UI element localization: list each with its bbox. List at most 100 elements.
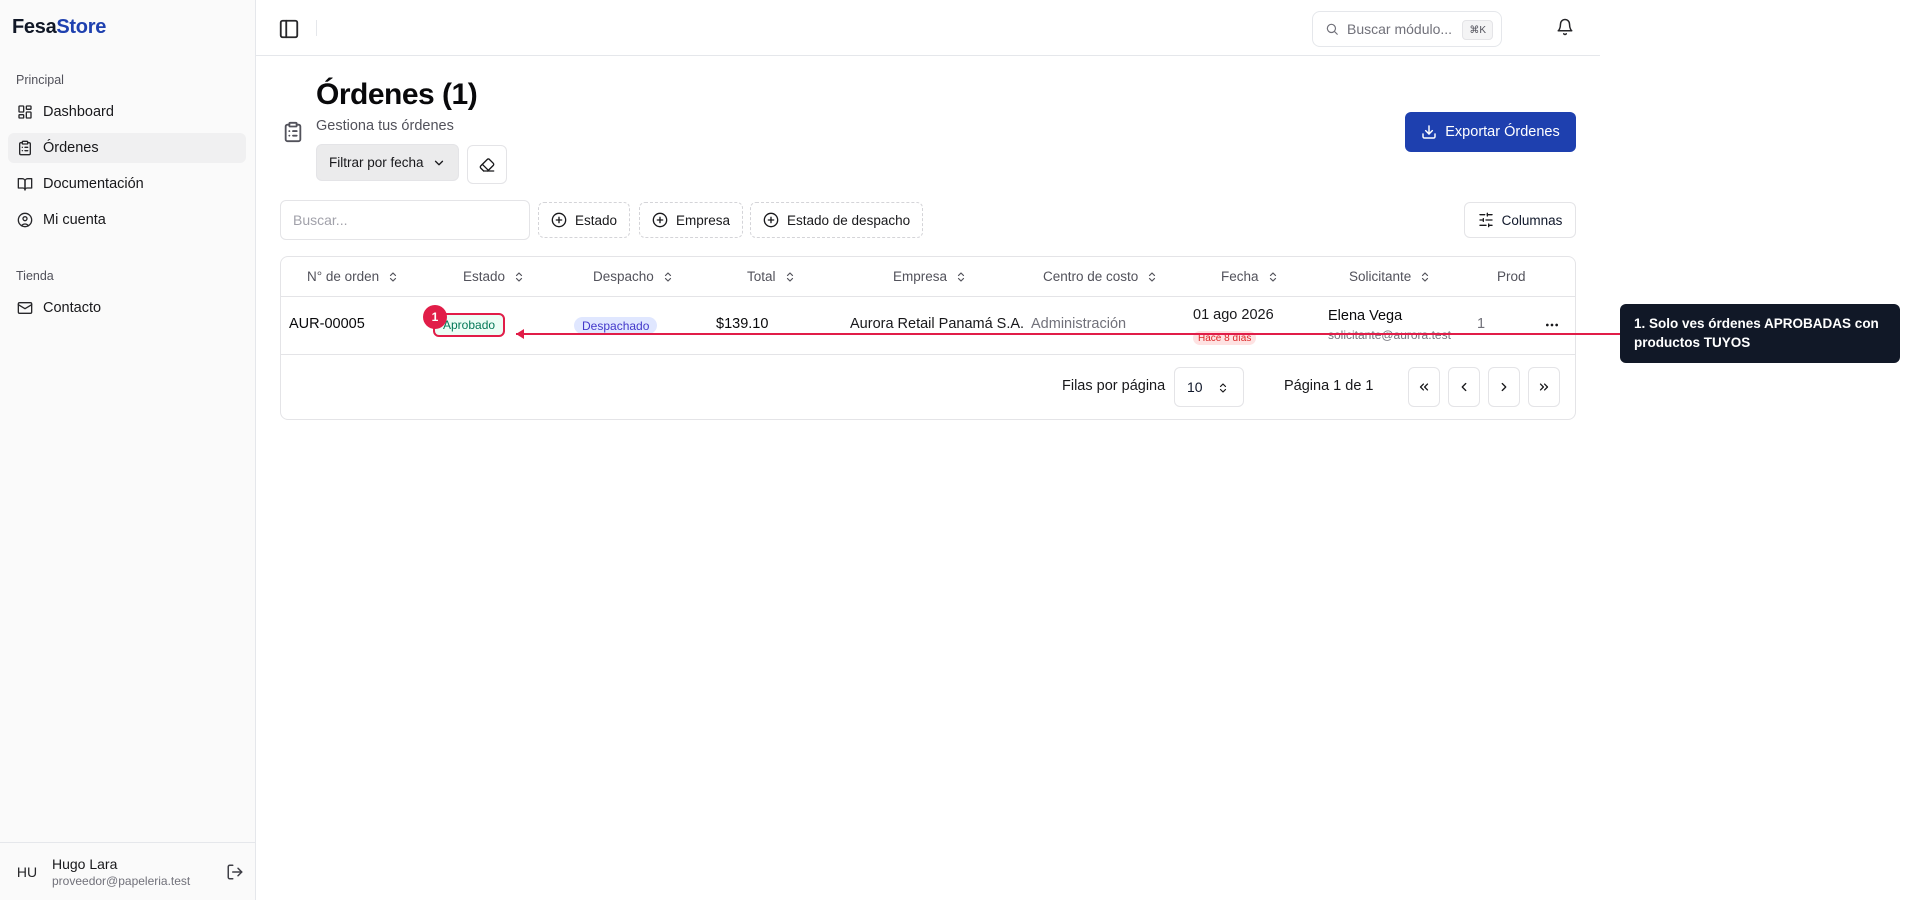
date-filter-button[interactable]: Filtrar por fecha [316, 144, 459, 181]
table-header: N° de orden Estado Despacho Total Empres… [281, 257, 1575, 297]
sliders-icon [1478, 212, 1493, 228]
previous-page-button[interactable] [1448, 367, 1480, 407]
column-header-label: Prod [1497, 269, 1526, 284]
sort-icon [786, 271, 793, 282]
filter-chip-estado-despacho[interactable]: Estado de despacho [750, 202, 924, 238]
row-actions-button[interactable] [1542, 315, 1562, 335]
search-icon [1326, 23, 1338, 35]
sidebar: FesaStore Principal Dashboard Órdenes Do… [0, 0, 256, 900]
module-search-placeholder: Buscar módulo... [1347, 21, 1453, 37]
sidebar-group-tienda: Tienda [16, 269, 54, 283]
sidebar-item-ordenes[interactable]: Órdenes [8, 133, 246, 163]
sidebar-item-dashboard[interactable]: Dashboard [8, 97, 246, 127]
dashboard-icon [18, 105, 32, 119]
sidebar-item-documentacion[interactable]: Documentación [8, 169, 246, 199]
sort-icon [957, 271, 965, 282]
column-header-empresa[interactable]: Empresa [893, 269, 967, 284]
sort-icon [1269, 271, 1276, 282]
table-row[interactable]: AUR-00005 Aprobado Despachado $139.10 Au… [281, 297, 1575, 355]
next-page-button[interactable] [1488, 367, 1520, 407]
tour-connector-line [516, 333, 1620, 335]
chevrons-left-icon [1419, 383, 1429, 391]
tour-arrow-head [516, 329, 524, 339]
export-orders-button[interactable]: Exportar Órdenes [1405, 112, 1576, 152]
book-icon [17, 178, 33, 191]
brand-logo[interactable]: FesaStore [12, 16, 106, 39]
user-email: proveedor@papeleria.test [52, 873, 191, 888]
sidebar-item-mi-cuenta[interactable]: Mi cuenta [8, 205, 246, 235]
tour-tooltip: 1. Solo ves órdenes APROBADAS con produc… [1620, 304, 1900, 363]
filter-chip-empresa[interactable]: Empresa [639, 202, 744, 238]
page-subtitle: Gestiona tus órdenes [316, 118, 454, 134]
plus-circle-icon [551, 212, 567, 228]
sort-icon [1422, 271, 1429, 282]
clipboard-list-icon [284, 121, 302, 143]
more-horizontal-icon [1546, 323, 1558, 327]
brand-part2: Store [56, 16, 107, 38]
chevrons-up-down-icon [1219, 383, 1227, 393]
column-header-label: N° de orden [307, 269, 380, 284]
chevron-down-icon [434, 160, 443, 165]
user-info: Hugo Lara proveedor@papeleria.test [52, 856, 190, 888]
plus-circle-icon [763, 212, 779, 228]
cell-empresa: Aurora Retail Panamá S.A. [850, 316, 1025, 332]
filter-chip-estado[interactable]: Estado [538, 202, 631, 238]
rows-per-page-select[interactable]: 10 [1174, 367, 1244, 407]
sidebar-item-contacto[interactable]: Contacto [8, 293, 246, 323]
cell-solicitante-email: solicitante@aurora.test [1328, 328, 1451, 342]
column-header-label: Despacho [593, 269, 654, 284]
column-header-total[interactable]: Total [747, 269, 796, 284]
tour-step-number: 1 [423, 305, 447, 329]
rows-per-page-value: 10 [1187, 379, 1203, 395]
column-header-estado[interactable]: Estado [463, 269, 525, 284]
clipboard-icon [19, 140, 31, 156]
clear-filters-button[interactable] [467, 145, 507, 184]
top-bar: Buscar módulo... ⌘K [256, 0, 1600, 56]
eraser-icon [479, 157, 495, 172]
orders-table: N° de orden Estado Despacho Total Empres… [280, 256, 1576, 420]
chevrons-right-icon [1539, 383, 1549, 391]
column-header-centro-costo[interactable]: Centro de costo [1043, 269, 1158, 284]
cell-total: $139.10 [716, 316, 769, 332]
sidebar-item-label: Órdenes [43, 140, 99, 156]
filter-chip-label: Estado [575, 212, 618, 228]
first-page-button[interactable] [1408, 367, 1440, 407]
chevron-left-icon [1461, 382, 1467, 392]
sidebar-toggle-icon[interactable] [278, 18, 300, 40]
column-header-label: Centro de costo [1043, 269, 1139, 284]
download-icon [1422, 125, 1436, 139]
brand-part1: Fesa [12, 16, 57, 38]
header-divider [316, 20, 317, 36]
column-header-despacho[interactable]: Despacho [593, 269, 674, 284]
column-header-fecha[interactable]: Fecha [1221, 269, 1279, 284]
column-header-solicitante[interactable]: Solicitante [1349, 269, 1431, 284]
logout-icon[interactable] [226, 863, 244, 881]
columns-button[interactable]: Columnas [1464, 202, 1576, 238]
bell-icon[interactable] [1556, 18, 1574, 36]
avatar: HU [16, 863, 38, 880]
column-header-label: Fecha [1221, 269, 1259, 284]
sort-icon [1149, 271, 1156, 282]
sidebar-group-principal: Principal [16, 73, 64, 87]
sort-icon [515, 271, 523, 282]
rows-per-page-label: Filas por página [1062, 378, 1166, 394]
chevron-right-icon [1501, 382, 1507, 392]
shortcut-badge: ⌘K [1462, 20, 1493, 40]
user-menu[interactable]: HU Hugo Lara proveedor@papeleria.test [0, 842, 256, 900]
user-name: Hugo Lara [52, 855, 118, 872]
sidebar-item-label: Documentación [43, 176, 144, 192]
table-search-input[interactable] [280, 200, 530, 240]
last-page-button[interactable] [1528, 367, 1560, 407]
sidebar-item-label: Contacto [43, 300, 102, 316]
cell-prod: 1 [1477, 316, 1486, 332]
column-header-label: Estado [463, 269, 506, 284]
sort-icon [664, 271, 671, 282]
sort-icon [390, 271, 397, 282]
column-header-orden[interactable]: N° de orden [307, 269, 399, 284]
sidebar-item-label: Mi cuenta [43, 212, 106, 228]
module-search[interactable]: Buscar módulo... ⌘K [1312, 11, 1502, 47]
filter-chip-label: Empresa [676, 212, 731, 228]
column-header-label: Empresa [893, 269, 948, 284]
cell-order-number[interactable]: AUR-00005 [289, 316, 365, 332]
column-header-prod[interactable]: Prod [1497, 269, 1526, 284]
